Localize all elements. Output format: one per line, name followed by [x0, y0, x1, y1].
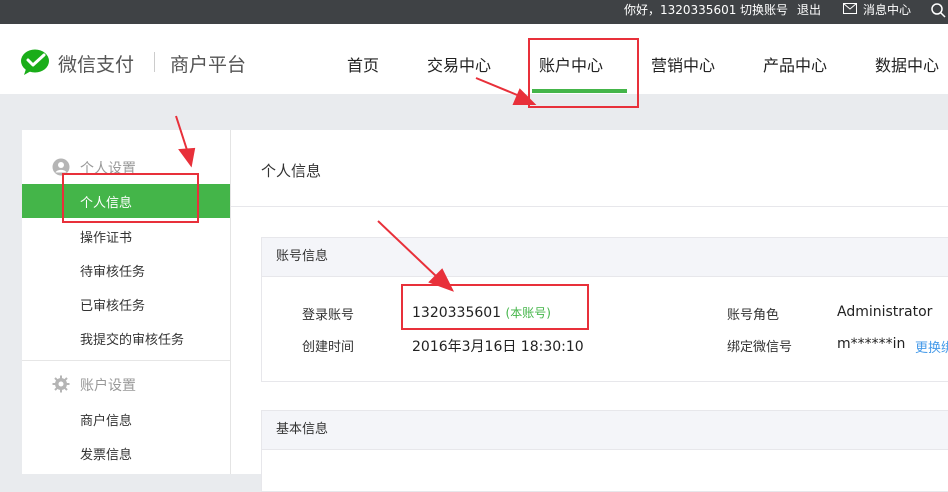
annotation-arrows	[175, 77, 537, 292]
